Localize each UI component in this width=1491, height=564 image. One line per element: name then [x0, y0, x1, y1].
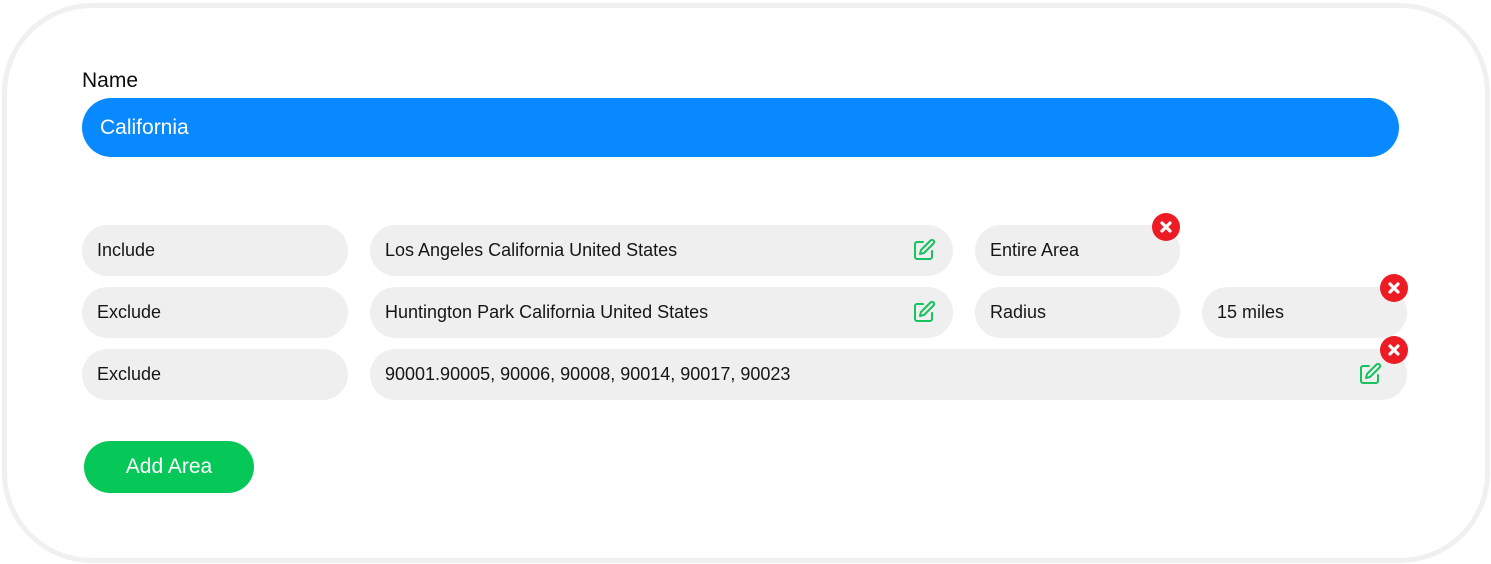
remove-row-icon[interactable]	[1380, 274, 1408, 302]
location-field[interactable]: Huntington Park California United States	[370, 287, 953, 338]
scope-select[interactable]: Radius	[975, 287, 1180, 338]
radius-input[interactable]: 15 miles	[1202, 287, 1407, 338]
location-value: Huntington Park California United States	[385, 302, 709, 322]
scope-select[interactable]: Entire Area	[975, 225, 1180, 276]
remove-row-icon[interactable]	[1380, 336, 1408, 364]
close-icon	[1388, 282, 1400, 294]
radius-value: 15 miles	[1217, 302, 1285, 322]
location-field[interactable]: Los Angeles California United States	[370, 225, 953, 276]
zipcode-field[interactable]: 90001.90005, 90006, 90008, 90014, 90017,…	[370, 349, 1407, 400]
area-mode-value: Exclude	[97, 364, 162, 384]
location-value: Los Angeles California United States	[385, 240, 678, 260]
name-label: Name	[82, 69, 139, 92]
name-input[interactable]	[82, 98, 1399, 157]
remove-row-icon[interactable]	[1152, 213, 1180, 241]
area-mode-select[interactable]: Exclude	[82, 287, 348, 338]
edit-icon[interactable]	[1358, 362, 1382, 386]
area-mode-select[interactable]: Include	[82, 225, 348, 276]
edit-icon[interactable]	[912, 238, 936, 262]
area-mode-value: Include	[97, 240, 156, 260]
area-mode-select[interactable]: Exclude	[82, 349, 348, 400]
zipcode-value: 90001.90005, 90006, 90008, 90014, 90017,…	[385, 364, 791, 384]
close-icon	[1160, 221, 1172, 233]
add-area-button[interactable]: Add Area	[84, 441, 254, 493]
close-icon	[1388, 344, 1400, 356]
edit-icon[interactable]	[912, 300, 936, 324]
scope-value: Radius	[990, 302, 1047, 322]
scope-value: Entire Area	[990, 240, 1080, 260]
area-mode-value: Exclude	[97, 302, 162, 322]
